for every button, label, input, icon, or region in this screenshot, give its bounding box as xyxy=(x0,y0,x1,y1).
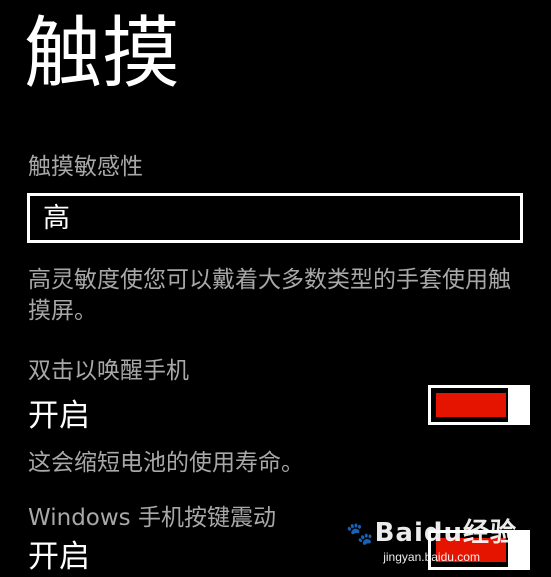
double-tap-wake-toggle[interactable] xyxy=(428,385,530,425)
button-vibration-state: 开启 xyxy=(28,539,90,575)
toggle-fill xyxy=(436,393,506,417)
baidu-watermark: 🐾Baidu经验 jingyan.baidu.com xyxy=(346,518,517,564)
double-tap-wake-note: 这会缩短电池的使用寿命。 xyxy=(28,450,304,476)
sensitivity-description: 高灵敏度使您可以戴着大多数类型的手套使用触摸屏。 xyxy=(28,267,511,324)
double-tap-wake-state: 开启 xyxy=(28,398,90,434)
toggle-track xyxy=(428,385,514,425)
double-tap-wake-label: 双击以唤醒手机 xyxy=(28,358,189,384)
baidu-paw-icon: 🐾 xyxy=(346,522,375,547)
watermark-url: jingyan.baidu.com xyxy=(383,550,480,564)
watermark-logo-text: Baidu经验 xyxy=(374,518,517,548)
watermark-logo: 🐾Baidu经验 xyxy=(346,518,517,550)
toggle-thumb[interactable] xyxy=(508,385,530,425)
sensitivity-select[interactable]: 高 xyxy=(27,193,523,243)
sensitivity-label: 触摸敏感性 xyxy=(28,154,143,180)
sensitivity-select-value: 高 xyxy=(43,203,70,234)
button-vibration-label: Windows 手机按键震动 xyxy=(28,505,276,531)
page-title: 触摸 xyxy=(24,9,181,99)
